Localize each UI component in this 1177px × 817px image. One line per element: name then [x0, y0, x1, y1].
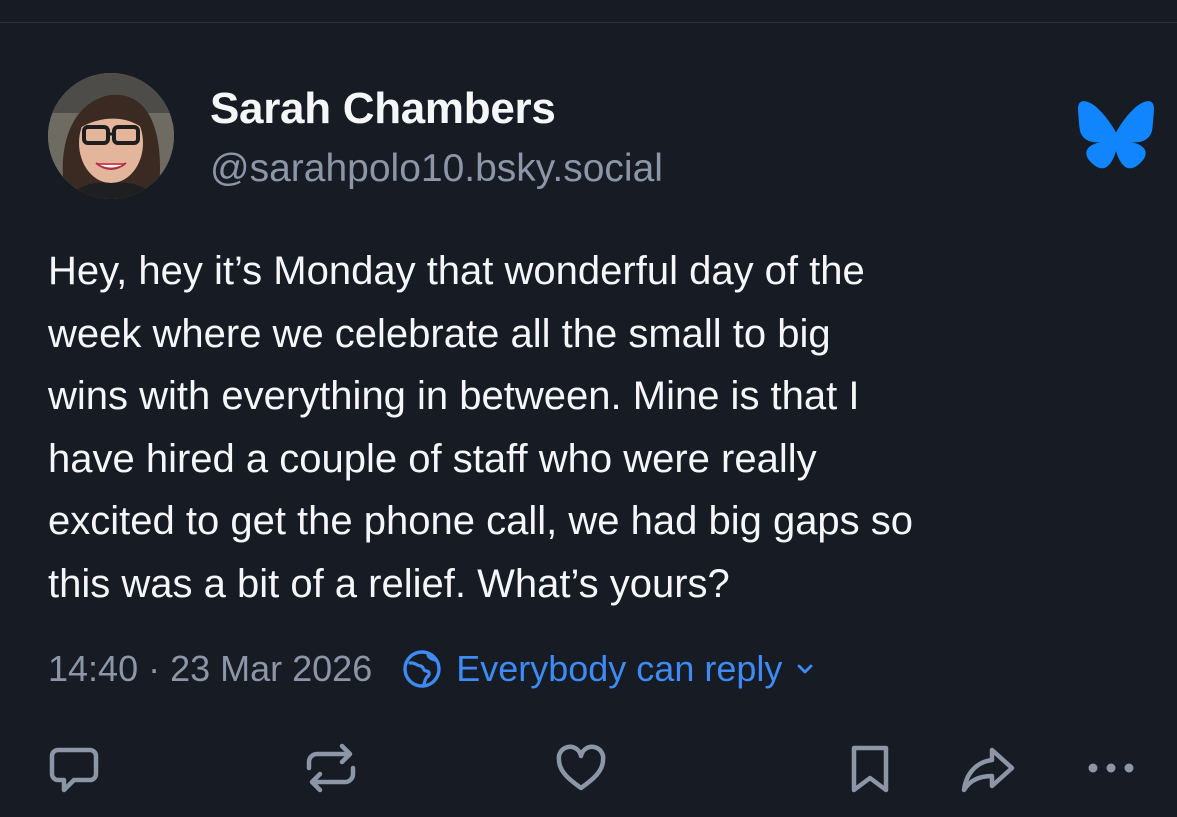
bookmark-icon: [851, 745, 889, 793]
post-text-line: Hey, hey it’s Monday that wonderful day …: [48, 249, 865, 293]
bookmark-button[interactable]: [842, 740, 898, 796]
repost-icon: [306, 743, 356, 793]
globe-icon: [403, 650, 441, 688]
post-meta: 14:40 · 23 Mar 2026 Everybody can reply: [48, 645, 816, 693]
post-text: Hey, hey it’s Monday that wonderful day …: [48, 240, 1168, 616]
reply-setting-button[interactable]: Everybody can reply: [402, 648, 816, 690]
chevron-down-icon: [797, 664, 813, 674]
post-text-line: have hired a couple of staff who were re…: [48, 436, 817, 481]
post-timestamp: 14:40 · 23 Mar 2026: [48, 648, 373, 689]
reply-button[interactable]: [46, 740, 102, 796]
more-button[interactable]: [1083, 740, 1139, 796]
like-button[interactable]: [553, 740, 609, 796]
share-button[interactable]: [960, 740, 1016, 796]
more-icon: [1088, 763, 1134, 773]
like-icon: [556, 744, 606, 791]
top-divider: [0, 22, 1177, 23]
post-text-line: week where we celebrate all the small to…: [48, 311, 831, 356]
avatar[interactable]: [48, 73, 174, 199]
author-display-name[interactable]: Sarah Chambers: [210, 84, 556, 134]
reply-setting-label: Everybody can reply: [456, 648, 783, 689]
bluesky-butterfly-icon: [1078, 100, 1154, 170]
post-text-line: this was a bit of a relief. What’s yours…: [48, 561, 730, 606]
repost-button[interactable]: [303, 740, 359, 796]
author-handle[interactable]: @sarahpolo10.bsky.social: [210, 147, 663, 191]
post-text-line: wins with everything in between. Mine is…: [48, 374, 860, 419]
share-icon: [961, 747, 1015, 793]
reply-icon: [49, 747, 99, 793]
post-text-line: excited to get the phone call, we had bi…: [48, 499, 914, 544]
